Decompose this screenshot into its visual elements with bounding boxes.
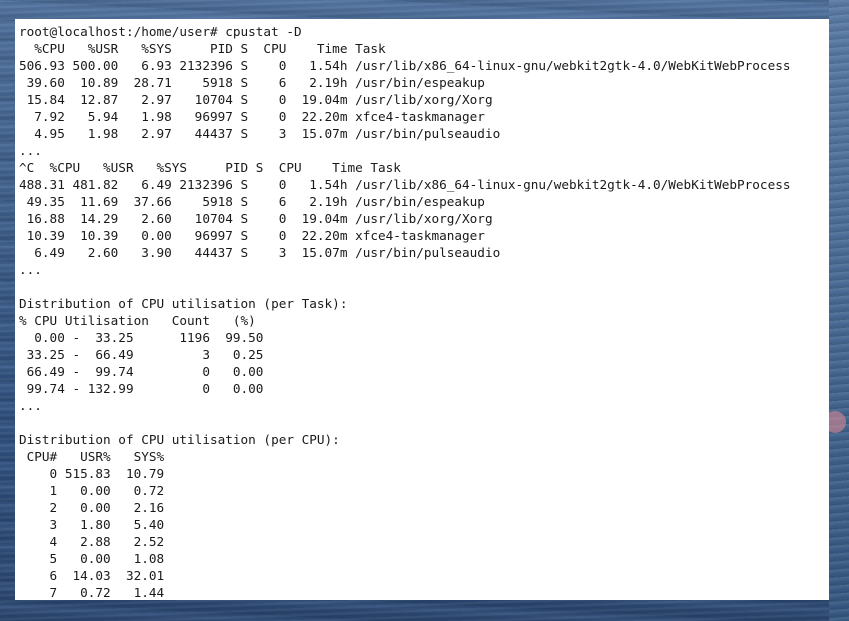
terminal-line: Distribution of CPU utilisation (per CPU… <box>19 432 340 447</box>
terminal-line: ^C %CPU %USR %SYS PID S CPU Time Task <box>19 160 401 175</box>
terminal-line: 5 0.00 1.08 <box>19 551 165 566</box>
terminal-line: 10.39 10.39 0.00 96997 S 0 22.20m xfce4-… <box>19 228 485 243</box>
terminal-line: 66.49 - 99.74 0 0.00 <box>19 364 264 379</box>
terminal-line: ... <box>19 398 42 413</box>
terminal-line: 33.25 - 66.49 3 0.25 <box>19 347 264 362</box>
terminal-line: 16.88 14.29 2.60 10704 S 0 19.04m /usr/l… <box>19 211 493 226</box>
terminal-line: 6 14.03 32.01 <box>19 568 165 583</box>
terminal-line: 488.31 481.82 6.49 2132396 S 0 1.54h /us… <box>19 177 791 192</box>
terminal-line: 3 1.80 5.40 <box>19 517 165 532</box>
terminal-line: 506.93 500.00 6.93 2132396 S 0 1.54h /us… <box>19 58 791 73</box>
terminal-line: root@localhost:/home/user# cpustat -D <box>19 24 302 39</box>
terminal-line: 39.60 10.89 28.71 5918 S 6 2.19h /usr/bi… <box>19 75 485 90</box>
terminal-output[interactable]: root@localhost:/home/user# cpustat -D %C… <box>15 19 829 600</box>
terminal-line: ... <box>19 262 42 277</box>
terminal-line: 15.84 12.87 2.97 10704 S 0 19.04m /usr/l… <box>19 92 493 107</box>
terminal-line: CPU# USR% SYS% <box>19 449 165 464</box>
terminal-line: 4.95 1.98 2.97 44437 S 3 15.07m /usr/bin… <box>19 126 501 141</box>
terminal-line: 0.00 - 33.25 1196 99.50 <box>19 330 264 345</box>
terminal-line: 6.49 2.60 3.90 44437 S 3 15.07m /usr/bin… <box>19 245 501 260</box>
terminal-line: 99.74 - 132.99 0 0.00 <box>19 381 264 396</box>
terminal-line: 49.35 11.69 37.66 5918 S 6 2.19h /usr/bi… <box>19 194 485 209</box>
terminal-window[interactable]: root@localhost:/home/user# cpustat -D %C… <box>15 19 829 600</box>
terminal-line: % CPU Utilisation Count (%) <box>19 313 256 328</box>
terminal-line: 1 0.00 0.72 <box>19 483 165 498</box>
terminal-line: 7 0.72 1.44 <box>19 585 165 600</box>
terminal-line: Distribution of CPU utilisation (per Tas… <box>19 296 348 311</box>
terminal-line: %CPU %USR %SYS PID S CPU Time Task <box>19 41 386 56</box>
desktop-background <box>829 0 849 621</box>
terminal-line: 4 2.88 2.52 <box>19 534 165 549</box>
terminal-line: 0 515.83 10.79 <box>19 466 165 481</box>
terminal-line: ... <box>19 143 42 158</box>
terminal-line: 7.92 5.94 1.98 96997 S 0 22.20m xfce4-ta… <box>19 109 485 124</box>
terminal-line: 2 0.00 2.16 <box>19 500 165 515</box>
